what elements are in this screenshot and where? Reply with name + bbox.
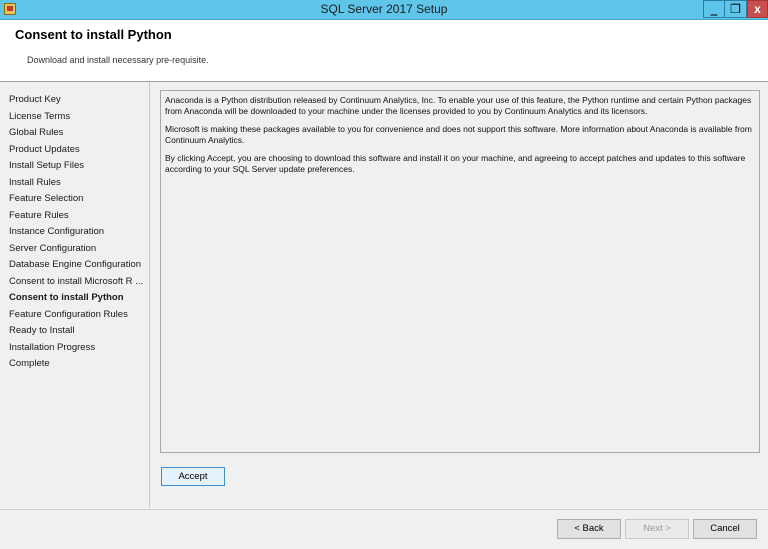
- sidebar-item-global-rules[interactable]: Global Rules: [9, 125, 143, 142]
- sidebar-item-feature-configuration-rules[interactable]: Feature Configuration Rules: [9, 307, 143, 324]
- sidebar-item-feature-selection[interactable]: Feature Selection: [9, 191, 143, 208]
- sidebar-item-server-configuration[interactable]: Server Configuration: [9, 241, 143, 258]
- minimize-button[interactable]: ‗: [703, 0, 725, 18]
- sidebar-item-license-terms[interactable]: License Terms: [9, 109, 143, 126]
- sidebar-item-instance-configuration[interactable]: Instance Configuration: [9, 224, 143, 241]
- page-header: Consent to install Python Download and i…: [0, 20, 768, 82]
- window-titlebar[interactable]: SQL Server 2017 Setup ‗ ❐ x: [0, 0, 768, 20]
- close-button[interactable]: x: [747, 0, 768, 18]
- back-button[interactable]: < Back: [557, 519, 621, 539]
- window-title: SQL Server 2017 Setup: [320, 2, 448, 16]
- sidebar-item-ready-to-install[interactable]: Ready to Install: [9, 323, 143, 340]
- sidebar-item-installation-progress[interactable]: Installation Progress: [9, 340, 143, 357]
- footer-divider: [0, 509, 768, 510]
- sidebar-item-feature-rules[interactable]: Feature Rules: [9, 208, 143, 225]
- sidebar-item-consent-microsoft-r[interactable]: Consent to install Microsoft R ...: [9, 274, 143, 291]
- sidebar-item-complete[interactable]: Complete: [9, 356, 143, 373]
- sidebar-item-product-key[interactable]: Product Key: [9, 92, 143, 109]
- next-button[interactable]: Next >: [625, 519, 689, 539]
- sidebar-item-install-setup-files[interactable]: Install Setup Files: [9, 158, 143, 175]
- sidebar-item-product-updates[interactable]: Product Updates: [9, 142, 143, 159]
- page-subtitle: Download and install necessary pre-requi…: [27, 55, 209, 65]
- consent-paragraph: Microsoft is making these packages avail…: [165, 124, 752, 145]
- maximize-button[interactable]: ❐: [725, 0, 747, 18]
- sidebar-item-install-rules[interactable]: Install Rules: [9, 175, 143, 192]
- consent-paragraph: Anaconda is a Python distribution releas…: [165, 95, 752, 116]
- page-title: Consent to install Python: [15, 27, 172, 42]
- accept-button[interactable]: Accept: [161, 467, 225, 486]
- consent-paragraph: By clicking Accept, you are choosing to …: [165, 153, 746, 174]
- setup-steps-list: Product Key License Terms Global Rules P…: [9, 92, 143, 373]
- consent-text-box[interactable]: Anaconda is a Python distribution releas…: [160, 90, 760, 453]
- setup-steps-sidebar: Product Key License Terms Global Rules P…: [0, 82, 150, 508]
- sidebar-item-database-engine-configuration[interactable]: Database Engine Configuration: [9, 257, 143, 274]
- sidebar-item-consent-python[interactable]: Consent to install Python: [9, 290, 143, 307]
- cancel-button[interactable]: Cancel: [693, 519, 757, 539]
